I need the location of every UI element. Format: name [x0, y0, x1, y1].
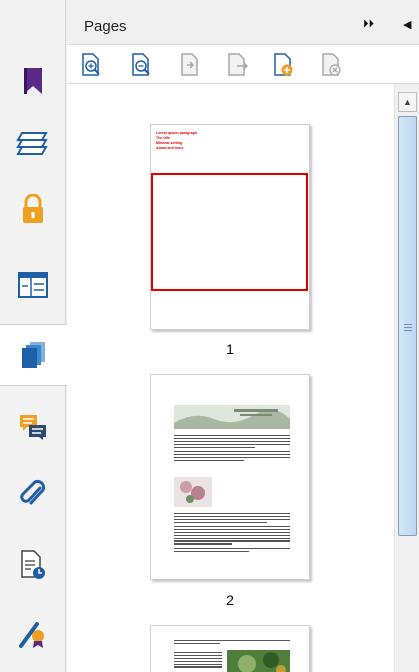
delete-page-icon — [322, 53, 341, 76]
zoom-in-page-button[interactable] — [81, 53, 103, 77]
zoom-in-page-icon — [82, 53, 100, 76]
page-3-text-block — [174, 652, 222, 669]
page-3-text-heading — [174, 640, 290, 646]
expand-panel-icon[interactable]: ⏵⏵ — [363, 18, 374, 31]
attachment-icon — [20, 479, 46, 505]
insert-page-button[interactable] — [179, 53, 201, 77]
security-button[interactable] — [0, 178, 66, 240]
insert-page-icon — [181, 53, 198, 76]
scroll-up-arrow-icon[interactable]: ▲ — [398, 92, 417, 112]
comments-icon — [20, 415, 46, 440]
page-2-text-block-1 — [174, 435, 290, 462]
delete-page-button[interactable] — [321, 53, 343, 77]
page-number-label: 2 — [226, 592, 234, 608]
extract-page-button[interactable] — [227, 53, 249, 77]
bookmarks-button[interactable] — [0, 50, 66, 112]
bookmark-icon — [24, 68, 42, 94]
pages-button[interactable] — [0, 324, 67, 386]
left-tool-strip — [0, 0, 67, 672]
page-3-image — [227, 650, 290, 672]
zoom-out-page-icon — [132, 53, 150, 76]
form-fields-button[interactable] — [0, 254, 66, 316]
certificate-button[interactable] — [0, 603, 66, 665]
extract-page-icon — [228, 53, 249, 76]
scrollbar-thumb[interactable] — [398, 116, 417, 536]
page-number-label: 1 — [226, 341, 234, 357]
attachments-button[interactable] — [0, 462, 66, 524]
page-thumbnail-3[interactable] — [150, 625, 310, 672]
panel-title: Pages — [84, 18, 127, 35]
pages-icon — [21, 342, 45, 368]
page-thumbnails-area[interactable]: Lorem ipsum paragraph The title Minimal … — [67, 84, 394, 672]
grip-line — [404, 324, 412, 325]
page-2-flower-image — [174, 477, 212, 507]
document-properties-button[interactable] — [0, 534, 66, 596]
page-thumbnail-2[interactable] — [150, 374, 310, 580]
current-view-frame[interactable] — [151, 173, 308, 291]
add-page-icon — [274, 53, 293, 76]
zoom-out-page-button[interactable] — [131, 53, 153, 77]
comments-button[interactable] — [0, 396, 66, 458]
page-2-header-image — [174, 405, 290, 429]
vertical-scrollbar[interactable]: ▲ — [394, 84, 419, 672]
add-page-button[interactable] — [273, 53, 295, 77]
grip-line — [404, 330, 412, 331]
pages-toolbar — [67, 44, 419, 84]
lock-icon — [23, 194, 43, 223]
layers-button[interactable] — [0, 112, 66, 174]
certificate-icon — [19, 622, 44, 648]
page-1-text: Lorem ipsum paragraph The title Minimal … — [156, 131, 198, 150]
page-2-text-block-2 — [174, 513, 290, 553]
grip-line — [404, 327, 412, 328]
page-thumbnail-1[interactable]: Lorem ipsum paragraph The title Minimal … — [150, 124, 310, 330]
collapse-panel-icon[interactable]: ◀ — [403, 18, 411, 31]
form-fields-icon — [18, 272, 48, 298]
layers-icon — [16, 132, 48, 155]
pages-panel-header: Pages ⏵⏵ ◀ — [67, 0, 419, 44]
document-properties-icon — [21, 550, 45, 579]
